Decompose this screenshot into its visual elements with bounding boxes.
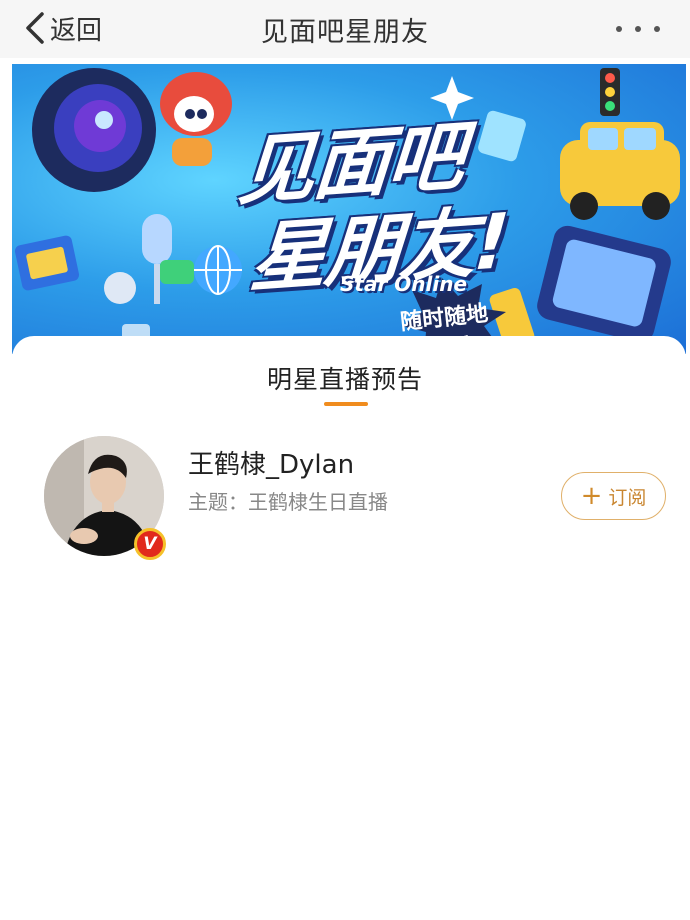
subscribe-label: 订阅 <box>608 486 647 509</box>
stream-topic: 主题：王鹤棣生日直播 <box>188 490 388 514</box>
plus-icon: + <box>580 481 603 511</box>
page-title: 见面吧星朋友 <box>261 17 429 48</box>
promo-banner[interactable]: 见面吧 星朋友! Star Online 随时随地 随心播 sina <box>12 64 686 354</box>
banner-subtitle: Star Online <box>340 272 468 296</box>
more-dots-icon[interactable] <box>616 16 660 42</box>
verified-badge-icon: V <box>134 528 166 560</box>
section-title: 明星直播预告 <box>266 365 423 394</box>
streamer-name[interactable]: 王鹤棣_Dylan <box>188 444 354 481</box>
content-panel <box>12 336 686 920</box>
section-title-underline <box>324 402 368 406</box>
subscribe-button[interactable]: + 订阅 <box>561 472 666 520</box>
top-nav-bar: 返回 见面吧星朋友 <box>0 0 690 58</box>
